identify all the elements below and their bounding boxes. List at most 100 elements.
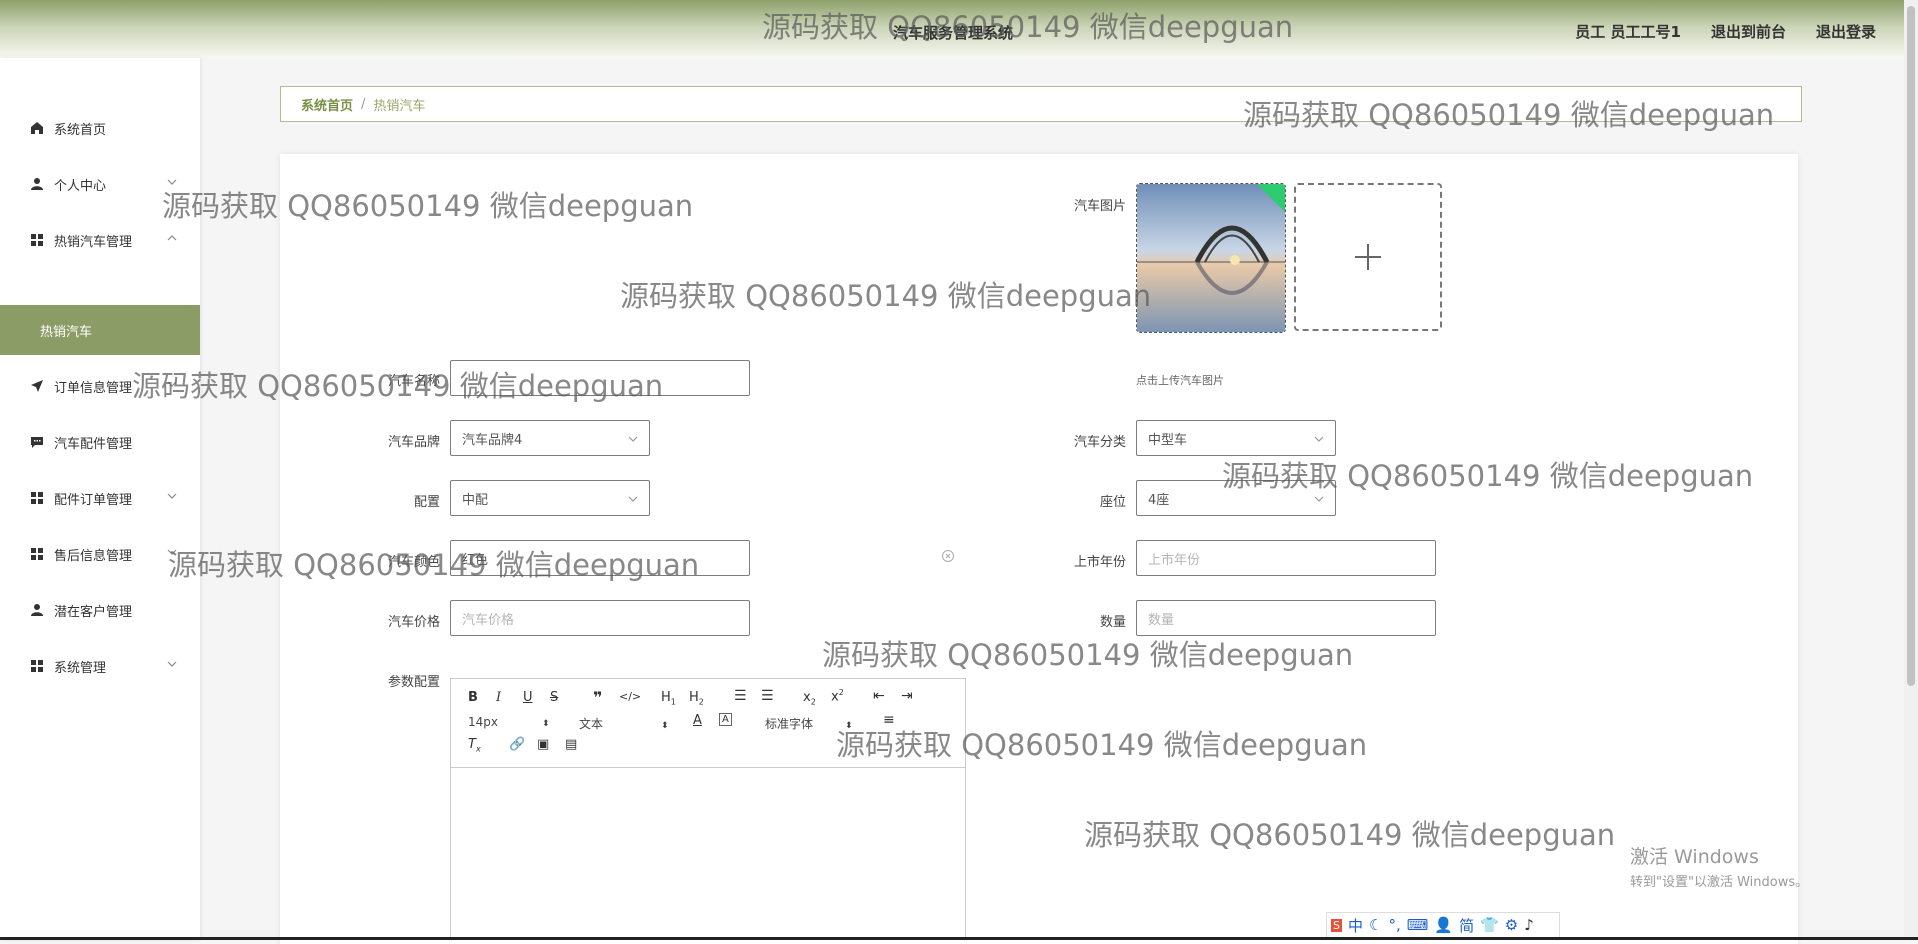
sidebar-item-label: 潜在客户管理 — [54, 604, 133, 620]
sidebar-item-orders[interactable]: 订单信息管理 — [0, 366, 200, 406]
car-color-label: 汽车颜色 — [387, 555, 440, 570]
car-image-thumbnail[interactable] — [1136, 183, 1286, 333]
strike-icon[interactable]: S — [550, 690, 558, 705]
bridge-photo-image — [1137, 184, 1285, 332]
car-name-label: 汽车名称 — [387, 374, 440, 389]
sidebar-item-label: 订单信息管理 — [54, 380, 133, 396]
shirt-icon[interactable]: 👕 — [1480, 916, 1499, 934]
sidebar-item-personal[interactable]: 个人中心 — [0, 164, 200, 204]
h2-icon[interactable]: H2 — [689, 690, 704, 707]
underline-icon[interactable]: U — [523, 690, 533, 705]
align-icon[interactable]: ≡ — [883, 712, 895, 728]
h1-icon[interactable]: H1 — [661, 690, 676, 707]
settings-icon[interactable]: ⚙ — [1505, 916, 1518, 934]
car-category-label: 汽车分类 — [1073, 435, 1126, 450]
chevron-down-icon — [167, 493, 177, 499]
back-to-front-link[interactable]: 退出到前台 — [1711, 21, 1786, 42]
car-color-input[interactable]: 红色 — [450, 540, 750, 576]
config-select[interactable]: 中配 — [450, 480, 650, 516]
sidebar-item-after-sales[interactable]: 售后信息管理 — [0, 534, 200, 574]
car-category-select[interactable]: 中型车 — [1136, 420, 1336, 456]
clear-format-icon[interactable]: Tx — [468, 737, 481, 754]
scrollbar-thumb[interactable] — [1907, 6, 1915, 686]
car-image-label: 汽车图片 — [1073, 199, 1126, 214]
chevron-down-icon — [167, 549, 177, 555]
keyboard-icon[interactable]: ⌨ — [1407, 916, 1429, 934]
punctuation-icon[interactable]: °, — [1388, 916, 1400, 934]
plus-icon — [1355, 244, 1381, 270]
outdent-icon[interactable]: ⇤ — [873, 688, 885, 704]
person-icon — [30, 603, 44, 617]
year-input[interactable]: 上市年份 — [1136, 540, 1436, 576]
car-price-input[interactable]: 汽车价格 — [450, 600, 750, 636]
logout-link[interactable]: 退出登录 — [1816, 21, 1876, 42]
bullet-list-icon[interactable]: ☰ — [761, 688, 774, 704]
image-icon[interactable]: ▣ — [537, 737, 549, 752]
sidebar-item-label: 汽车配件管理 — [54, 436, 133, 452]
chevron-down-icon — [1314, 436, 1324, 442]
sidebar-item-parts[interactable]: 汽车配件管理 — [0, 422, 200, 462]
config-label: 配置 — [413, 495, 440, 510]
superscript-icon[interactable]: x2 — [831, 688, 844, 704]
user-label[interactable]: 员工 员工工号1 — [1575, 21, 1681, 42]
sogou-logo-icon[interactable]: S — [1331, 918, 1342, 932]
font-family-value: 标准字体 — [765, 717, 814, 731]
chevron-down-icon — [167, 381, 177, 387]
sidebar-item-home[interactable]: 系统首页 — [0, 108, 200, 148]
ime-mode-label[interactable]: 中 — [1348, 915, 1363, 936]
sidebar-item-part-orders[interactable]: 配件订单管理 — [0, 478, 200, 518]
tiktok-icon[interactable]: ♪ — [1524, 916, 1534, 934]
car-name-input[interactable] — [450, 360, 750, 396]
text-type-select[interactable]: 文本 ⬍ — [579, 715, 669, 732]
chevron-down-icon — [167, 179, 177, 185]
send-icon — [30, 379, 44, 393]
italic-icon[interactable]: I — [496, 690, 501, 705]
seats-select[interactable]: 4座 — [1136, 480, 1336, 516]
video-icon[interactable]: ▤ — [565, 737, 577, 752]
bold-icon[interactable]: B — [468, 690, 478, 705]
car-brand-select[interactable]: 汽车品牌4 — [450, 420, 650, 456]
params-label: 参数配置 — [387, 675, 440, 690]
link-icon[interactable]: 🔗 — [509, 737, 525, 752]
page-scrollbar[interactable] — [1904, 0, 1918, 940]
breadcrumb: 系统首页 / 热销汽车 — [280, 86, 1802, 122]
sidebar-subitem-hot-cars[interactable]: 热销汽车 — [0, 305, 200, 355]
sidebar-item-label: 售后信息管理 — [54, 548, 133, 564]
sidebar-item-label: 热销汽车管理 — [54, 234, 133, 250]
grid-icon — [30, 233, 44, 247]
top-header: 汽车服务管理系统 员工 员工工号1 退出到前台 退出登录 — [0, 0, 1918, 58]
upload-add-button[interactable] — [1294, 183, 1442, 331]
chat-icon — [30, 435, 44, 449]
sidebar-item-system[interactable]: 系统管理 — [0, 646, 200, 686]
ordered-list-icon[interactable]: ☰ — [734, 688, 747, 704]
font-family-select[interactable]: 标准字体 ⬍ — [765, 715, 853, 732]
text-type-value: 文本 — [579, 717, 604, 731]
subscript-icon[interactable]: x2 — [803, 690, 816, 707]
sidebar-item-customers[interactable]: 潜在客户管理 — [0, 590, 200, 630]
code-icon[interactable]: </> — [619, 690, 641, 703]
indent-icon[interactable]: ⇥ — [901, 688, 913, 704]
seats-value: 4座 — [1148, 492, 1170, 508]
sidebar-item-label: 个人中心 — [54, 178, 107, 194]
updown-icon: ⬍ — [542, 719, 550, 729]
clear-circle-icon[interactable] — [941, 549, 955, 563]
chevron-down-icon — [628, 496, 638, 502]
user-icon[interactable]: 👤 — [1434, 916, 1453, 934]
background-color-icon[interactable]: A — [719, 713, 732, 726]
subitem-label: 热销汽车 — [40, 324, 93, 340]
blockquote-icon[interactable]: ❞ — [593, 688, 602, 707]
simplified-label[interactable]: 简 — [1459, 915, 1474, 936]
font-size-select[interactable]: 14px ⬍ — [468, 715, 550, 729]
sidebar-item-hot-cars[interactable]: 热销汽车管理 — [0, 220, 200, 260]
sidebar-item-label: 配件订单管理 — [54, 492, 133, 508]
car-category-value: 中型车 — [1148, 432, 1188, 448]
font-color-icon[interactable]: A — [693, 713, 702, 728]
car-price-label: 汽车价格 — [387, 615, 440, 630]
breadcrumb-home[interactable]: 系统首页 — [301, 95, 353, 114]
grid-icon — [30, 491, 44, 505]
quantity-input[interactable]: 数量 — [1136, 600, 1436, 636]
windows-activation-notice: 激活 Windows 转到"设置"以激活 Windows。 — [1630, 842, 1808, 890]
font-size-value: 14px — [468, 715, 498, 729]
updown-icon: ⬍ — [661, 721, 669, 731]
moon-icon[interactable]: ☾ — [1369, 916, 1382, 934]
